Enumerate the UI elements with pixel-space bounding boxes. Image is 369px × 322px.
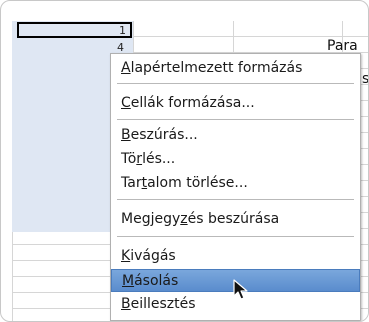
menu-item-default-formatting[interactable]: Alapértelmezett formázás (111, 57, 360, 80)
menu-item-insert-comment[interactable]: Megjegyzés beszúrása (111, 208, 360, 231)
menu-item-label: Beillesztés (121, 296, 196, 312)
menu-item-insert[interactable]: Beszúrás... (111, 124, 360, 147)
menu-item-label: Beszúrás... (121, 127, 198, 143)
menu-separator (117, 119, 354, 120)
menu-item-label: Alapértelmezett formázás (121, 60, 303, 76)
menu-item-label: Törlés... (121, 151, 176, 167)
active-cell-value: 1 (119, 24, 126, 37)
menu-item-cut[interactable]: Kivágás (111, 245, 360, 268)
menu-separator (117, 199, 354, 200)
cell-text: s (362, 71, 369, 87)
menu-item-clear-contents[interactable]: Tartalom törlése... (111, 172, 360, 195)
menu-item-format-cells[interactable]: Cellák formázása... (111, 92, 360, 115)
cell-text: Para (327, 38, 358, 54)
menu-item-label: Cellák formázása... (121, 95, 255, 111)
menu-item-label: Tartalom törlése... (121, 175, 248, 191)
menu-item-delete[interactable]: Törlés... (111, 148, 360, 171)
mouse-pointer-icon (233, 279, 248, 300)
active-cell[interactable]: 1 (17, 22, 132, 38)
menu-separator (117, 236, 354, 237)
menu-item-label: Megjegyzés beszúrása (121, 211, 280, 227)
menu-item-label: Másolás (122, 273, 179, 289)
screenshot-frame: 1 4 Para s Alapértelmezett formázás Cell… (0, 0, 369, 322)
menu-item-label: Kivágás (121, 248, 176, 264)
menu-separator (117, 83, 354, 84)
